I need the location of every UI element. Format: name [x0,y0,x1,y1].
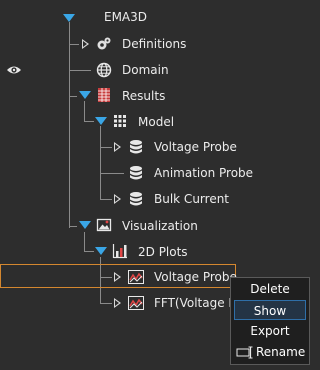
menu-item-rename-label: Rename [256,345,306,359]
grid-icon [114,115,126,127]
tree-line [69,44,79,45]
tree-line [69,96,77,97]
expand-arrow-icon[interactable] [95,247,107,255]
expand-arrow-icon[interactable] [63,14,75,22]
tree-line [100,303,112,304]
expand-arrow-icon[interactable] [95,117,107,125]
collapse-arrow-icon[interactable] [114,194,121,204]
database-icon [130,192,142,206]
tree-line [100,173,124,174]
tree-line [84,232,85,252]
tree-line [84,251,94,252]
database-icon [130,166,142,180]
expand-arrow-icon[interactable] [79,91,91,99]
tree-line [84,101,85,121]
tree-item-results-label[interactable]: Results [122,89,165,103]
tree-line [84,121,94,122]
tree-line [100,126,101,200]
tree-line [69,22,70,228]
line-chart-icon [128,296,144,310]
tree-item-voltage-probe-label[interactable]: Voltage Probe [154,140,237,154]
tree-item-2d-plots-label[interactable]: 2D Plots [138,245,188,259]
database-icon [130,140,142,154]
tree-item-domain-label[interactable]: Domain [122,63,169,77]
line-chart-icon [128,270,144,284]
expand-arrow-icon[interactable] [79,221,91,229]
gear-cluster-icon [97,37,111,50]
tree-item-bulk-current-label[interactable]: Bulk Current [154,192,229,206]
collapse-arrow-icon[interactable] [114,272,121,282]
menu-item-show[interactable]: Show [234,300,306,320]
tree-item-definitions-label[interactable]: Definitions [122,37,186,51]
tree-line [69,226,77,227]
tree-item-model-label[interactable]: Model [138,115,174,129]
table-icon [98,88,110,102]
collapse-arrow-icon[interactable] [114,142,121,152]
tree-item-viz-voltage-probe-label[interactable]: Voltage Probe [154,270,237,284]
tree-line [69,70,91,71]
tree-item-animation-probe-label[interactable]: Animation Probe [154,166,253,180]
tree-line [100,147,112,148]
image-icon [96,218,112,232]
rename-icon [236,346,253,359]
menu-item-export[interactable]: Export [231,321,309,341]
tree-line [100,199,112,200]
collapse-arrow-icon[interactable] [114,298,121,308]
tree-item-visualization-label[interactable]: Visualization [122,219,198,233]
menu-item-rename[interactable]: Rename [233,342,309,362]
bar-chart-icon [112,244,127,259]
globe-icon [96,62,112,78]
tree-item-root-label[interactable]: EMA3D [104,10,147,24]
menu-item-delete[interactable]: Delete [231,279,309,299]
context-menu: Delete Show Export Rename [230,277,310,365]
eye-icon[interactable] [6,64,22,76]
collapse-arrow-icon[interactable] [82,39,89,49]
